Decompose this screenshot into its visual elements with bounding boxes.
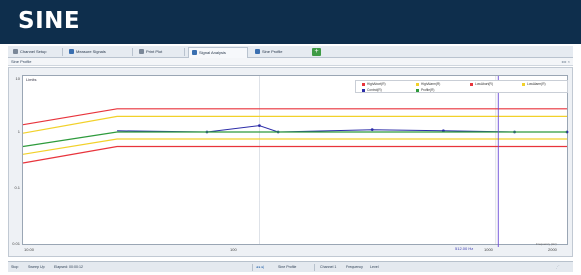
legend-label: HighAlarm(R) — [421, 82, 441, 86]
data-point — [370, 128, 374, 132]
chart-legend: HighAbort(R) HighAlarm(R) LowAbort(R) Lo… — [355, 80, 568, 93]
legend-swatch — [522, 82, 525, 86]
status-elapsed: Elapsed: 00:00:12 — [54, 265, 83, 269]
limit-chart — [22, 76, 569, 247]
status-divider — [252, 264, 253, 271]
series-line — [22, 115, 567, 134]
app-root: SINE Channel Setup Measure Signals Print… — [0, 0, 581, 275]
legend-swatch — [416, 88, 419, 92]
legend-swatch — [416, 82, 419, 86]
legend-label: Control(R) — [367, 88, 382, 92]
legend-label: Profile(R) — [421, 88, 435, 92]
status-tabs[interactable]: ◂ ▸ ▸| — [256, 262, 264, 273]
legend-label: HighAbort(R) — [367, 82, 386, 86]
legend-swatch — [362, 88, 365, 92]
status-grip[interactable]: ⋰ — [556, 262, 560, 273]
legend-label: LowAbort(R) — [475, 82, 493, 86]
data-point — [258, 124, 261, 128]
legend-swatch — [362, 82, 365, 86]
status-level: Level — [370, 265, 379, 269]
legend-item: LowAbort(R) — [470, 82, 493, 87]
status-frequency: Frequency — [346, 265, 363, 269]
legend-item: HighAlarm(R) — [416, 82, 440, 87]
status-divider — [314, 264, 315, 271]
legend-swatch — [470, 82, 473, 86]
series-line — [117, 125, 567, 133]
legend-item: Profile(R) — [416, 88, 434, 93]
status-profile[interactable]: Sine Profile — [278, 262, 296, 273]
legend-item: LowAlarm(R) — [522, 82, 546, 87]
legend-item: Control(R) — [362, 88, 382, 93]
series-line — [22, 145, 567, 164]
status-sweep: Sweep Up — [28, 265, 45, 269]
legend-label: LowAlarm(R) — [527, 82, 546, 86]
status-run-state: Stop — [11, 265, 19, 269]
status-channel: Channel 1 — [320, 265, 337, 269]
legend-item: HighAbort(R) — [362, 82, 386, 87]
status-bar: Stop Sweep Up Elapsed: 00:00:12 ◂ ▸ ▸| S… — [8, 261, 573, 272]
